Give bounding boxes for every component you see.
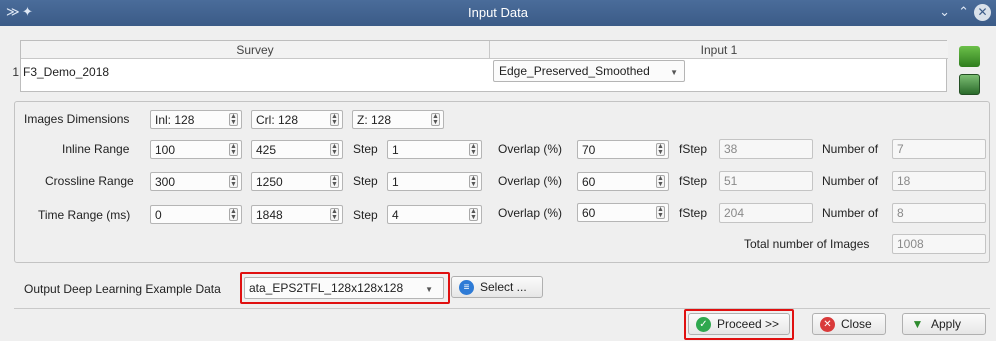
crossline-start-value: 300: [155, 175, 176, 189]
crossline-step-spinner[interactable]: 1 ▲ ▼: [387, 172, 482, 191]
title-bar: ≫ ✦ Input Data ⌄ ⌃ ✕: [0, 0, 996, 26]
spin-arrows-icon[interactable]: ▲ ▼: [330, 143, 339, 156]
z-spinner[interactable]: Z: 128 ▲ ▼: [352, 110, 444, 129]
inline-start-value: 100: [155, 143, 176, 157]
spin-arrows-icon[interactable]: ▲ ▼: [229, 175, 238, 188]
time-step-value: 4: [392, 208, 399, 222]
close-button[interactable]: ✕ Close: [812, 313, 886, 335]
apply-button-label: Apply: [931, 317, 962, 331]
spin-arrows-icon[interactable]: ▲ ▼: [656, 143, 665, 156]
time-range-label: Time Range (ms): [38, 208, 131, 222]
maximize-icon[interactable]: ⌃: [958, 4, 969, 20]
move-forward-icon[interactable]: [959, 46, 980, 67]
inline-range-label: Inline Range: [62, 142, 130, 156]
output-combo-highlight: [240, 272, 450, 304]
inline-fstep-label: fStep: [679, 142, 708, 156]
time-stop-value: 1848: [256, 208, 283, 222]
crossline-start-spinner[interactable]: 300 ▲ ▼: [150, 172, 242, 191]
inline-step-label: Step: [353, 142, 378, 156]
inline-fstep-field: 38: [719, 139, 813, 159]
inline-stop-value: 425: [256, 143, 277, 157]
close-button-label: Close: [841, 317, 872, 331]
output-data-label: Output Deep Learning Example Data: [24, 282, 221, 296]
chevron-down-icon: ▼: [670, 68, 678, 77]
spin-arrows-icon[interactable]: ▲ ▼: [330, 113, 339, 126]
inline-number-label: Number of: [822, 142, 879, 156]
spin-arrows-icon[interactable]: ▲ ▼: [229, 113, 238, 126]
crossline-stop-value: 1250: [256, 175, 283, 189]
inl-spinner[interactable]: Inl: 128 ▲ ▼: [150, 110, 242, 129]
z-value: Z: 128: [357, 113, 392, 127]
close-circle-icon: ✕: [820, 317, 835, 332]
spin-arrows-icon[interactable]: ▲ ▼: [431, 113, 440, 126]
apply-arrow-icon: ▼: [911, 317, 924, 331]
proceed-button-highlight: [684, 309, 794, 340]
save-icon[interactable]: [959, 74, 980, 95]
crossline-overlap-label: Overlap (%): [498, 174, 563, 188]
inline-number-field: 7: [892, 139, 986, 159]
time-fstep-label: fStep: [679, 206, 708, 220]
inline-start-spinner[interactable]: 100 ▲ ▼: [150, 140, 242, 159]
spin-arrows-icon[interactable]: ▲ ▼: [469, 143, 478, 156]
spin-arrows-icon[interactable]: ▲ ▼: [656, 206, 665, 219]
row-number: 1: [12, 65, 19, 79]
crossline-range-label: Crossline Range: [45, 174, 134, 188]
time-start-spinner[interactable]: 0 ▲ ▼: [150, 205, 242, 224]
crl-value: Crl: 128: [256, 113, 299, 127]
crossline-fstep-field: 51: [719, 171, 813, 191]
close-window-icon[interactable]: ✕: [974, 4, 991, 21]
spin-arrows-icon[interactable]: ▲ ▼: [469, 175, 478, 188]
total-images-field: 1008: [892, 234, 986, 254]
apply-button[interactable]: ▼ Apply: [902, 313, 986, 335]
time-stop-spinner[interactable]: 1848 ▲ ▼: [251, 205, 343, 224]
inl-value: Inl: 128: [155, 113, 195, 127]
time-start-value: 0: [155, 208, 162, 222]
inline-stop-spinner[interactable]: 425 ▲ ▼: [251, 140, 343, 159]
time-overlap-spinner[interactable]: 60 ▲ ▼: [577, 203, 669, 222]
time-overlap-value: 60: [582, 206, 596, 220]
column-header-input[interactable]: Input 1: [490, 41, 948, 59]
crossline-number-field: 18: [892, 171, 986, 191]
window-title: Input Data: [468, 5, 528, 20]
crossline-step-label: Step: [353, 174, 378, 188]
crl-spinner[interactable]: Crl: 128 ▲ ▼: [251, 110, 343, 129]
time-step-spinner[interactable]: 4 ▲ ▼: [387, 205, 482, 224]
inline-step-spinner[interactable]: 1 ▲ ▼: [387, 140, 482, 159]
crossline-number-label: Number of: [822, 174, 879, 188]
survey-cell[interactable]: F3_Demo_2018: [23, 65, 109, 79]
time-step-label: Step: [353, 208, 378, 222]
time-fstep-field: 204: [719, 203, 813, 223]
crossline-step-value: 1: [392, 175, 399, 189]
crossline-stop-spinner[interactable]: 1250 ▲ ▼: [251, 172, 343, 191]
inline-overlap-label: Overlap (%): [498, 142, 563, 156]
inline-overlap-spinner[interactable]: 70 ▲ ▼: [577, 140, 669, 159]
crossline-fstep-label: fStep: [679, 174, 708, 188]
input-combo-value: Edge_Preserved_Smoothed: [499, 64, 650, 78]
spin-arrows-icon[interactable]: ▲ ▼: [469, 208, 478, 221]
minimize-icon[interactable]: ⌄: [939, 4, 950, 20]
total-images-label: Total number of Images: [744, 237, 870, 251]
spin-arrows-icon[interactable]: ▲ ▼: [229, 208, 238, 221]
spin-arrows-icon[interactable]: ▲ ▼: [229, 143, 238, 156]
spin-arrows-icon[interactable]: ▲ ▼: [330, 208, 339, 221]
spin-arrows-icon[interactable]: ▲ ▼: [656, 175, 665, 188]
crossline-overlap-spinner[interactable]: 60 ▲ ▼: [577, 172, 669, 191]
time-overlap-label: Overlap (%): [498, 206, 563, 220]
inline-step-value: 1: [392, 143, 399, 157]
images-dimensions-label: Images Dimensions: [24, 112, 130, 126]
time-number-field: 8: [892, 203, 986, 223]
input-combo[interactable]: Edge_Preserved_Smoothed ▼: [493, 60, 685, 82]
select-button[interactable]: ≡ Select ...: [451, 276, 543, 298]
column-header-survey[interactable]: Survey: [21, 41, 490, 59]
time-number-label: Number of: [822, 206, 879, 220]
select-button-label: Select ...: [480, 280, 527, 294]
list-icon: ≡: [459, 280, 474, 295]
crossline-overlap-value: 60: [582, 175, 596, 189]
input-table: Survey Input 1 1 F3_Demo_2018 Edge_Prese…: [12, 40, 948, 92]
inline-overlap-value: 70: [582, 143, 596, 157]
spin-arrows-icon[interactable]: ▲ ▼: [330, 175, 339, 188]
